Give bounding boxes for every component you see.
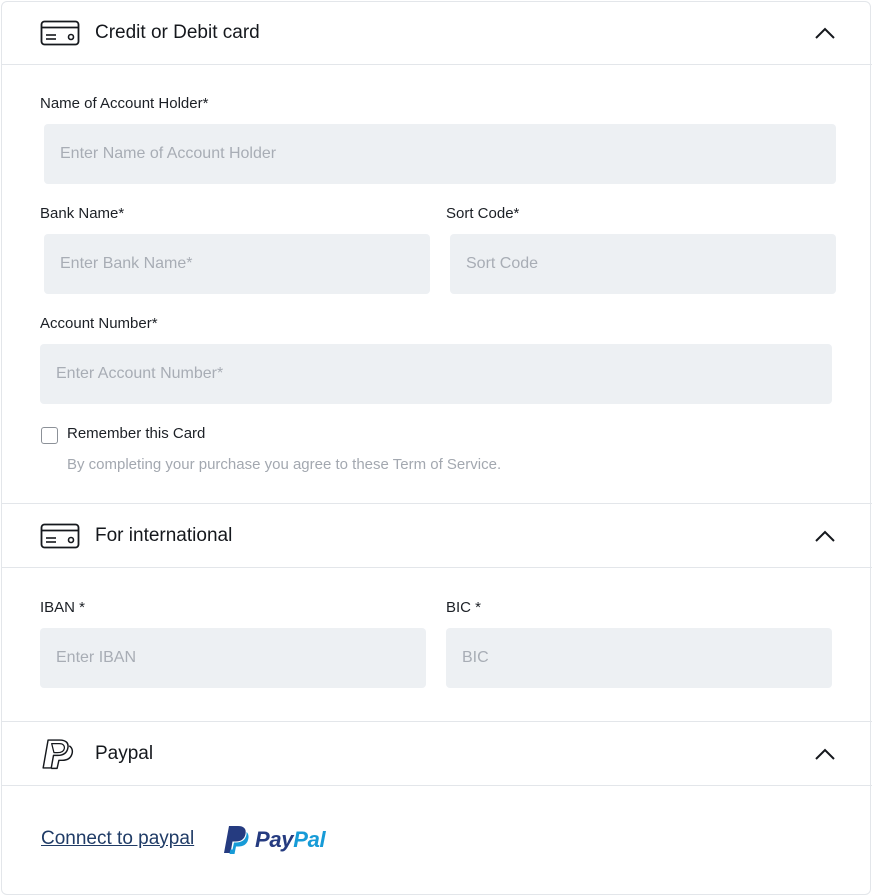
credit-card-section-header[interactable]: Credit or Debit card [2,2,872,65]
credit-card-icon [40,20,80,46]
account-number-input[interactable] [40,344,832,404]
bic-label: BIC * [446,599,482,616]
paypal-section-header[interactable]: Paypal [2,721,872,786]
remember-card-checkbox[interactable] [41,427,58,444]
paypal-wordmark-pay: Pay [255,827,294,852]
chevron-up-icon[interactable] [814,26,836,40]
chevron-up-icon[interactable] [814,747,836,761]
account-holder-input[interactable] [44,124,836,184]
international-section-title: For international [95,524,233,546]
payment-methods-card: Credit or Debit card Name of Account Hol… [1,1,872,895]
bank-name-label: Bank Name* [40,205,125,222]
credit-card-icon [40,523,80,548]
paypal-section-title: Paypal [95,742,154,764]
iban-label: IBAN * [40,599,86,616]
paypal-logo: PayPal [223,824,326,856]
iban-input[interactable] [40,628,426,688]
paypal-icon [42,738,74,769]
bank-name-input[interactable] [44,234,430,294]
bic-input[interactable] [446,628,832,688]
remember-card-label[interactable]: Remember this Card [67,425,205,442]
credit-card-section-title: Credit or Debit card [95,22,260,43]
connect-paypal-link[interactable]: Connect to paypal [41,828,194,850]
chevron-up-icon[interactable] [814,529,836,543]
paypal-mark-icon [224,826,249,854]
account-number-label: Account Number* [40,315,158,332]
paypal-wordmark-pal: Pal [293,827,326,852]
sort-code-label: Sort Code* [446,205,520,222]
account-holder-label: Name of Account Holder* [40,95,209,112]
sort-code-input[interactable] [450,234,836,294]
paypal-wordmark: PayPal [255,827,326,853]
international-section-header[interactable]: For international [2,503,872,568]
terms-note: By completing your purchase you agree to… [67,456,502,473]
